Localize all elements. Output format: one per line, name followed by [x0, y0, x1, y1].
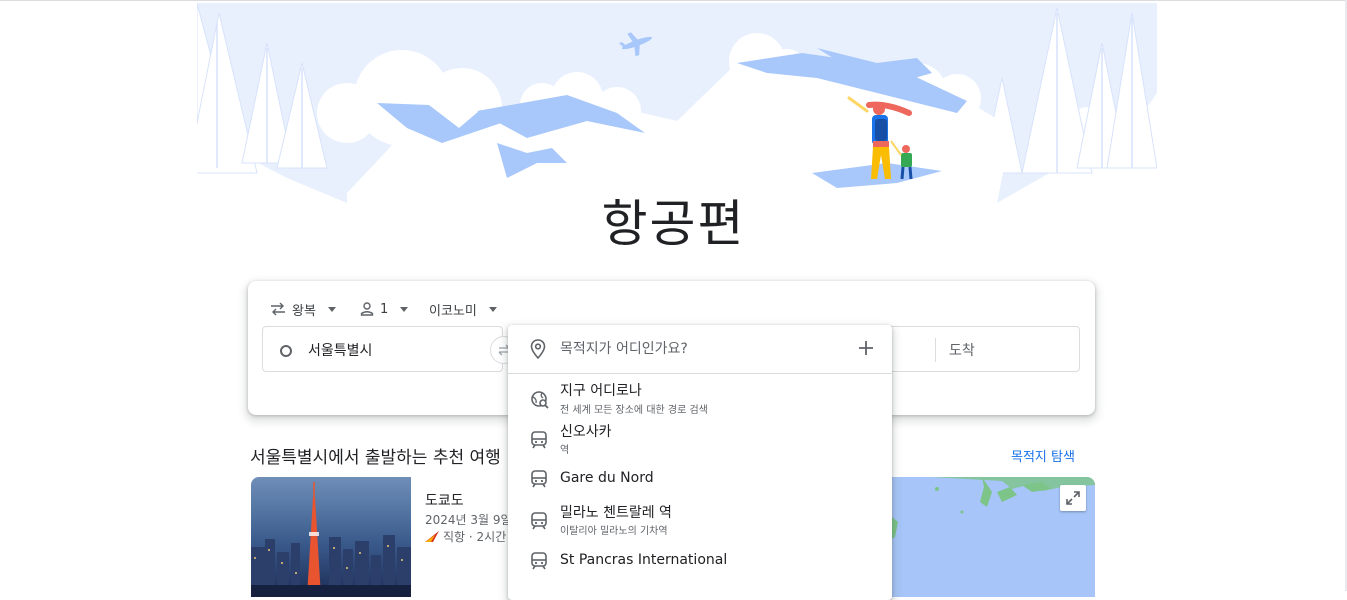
passenger-count: 1 — [380, 301, 389, 317]
suggestion-anywhere[interactable]: 지구 어디로나 전 세계 모든 장소에 대한 경로 검색 — [508, 377, 892, 417]
trip-type-label: 왕복 — [292, 303, 316, 319]
flight-info-text: 직항 · 2시간 — [443, 530, 507, 544]
suggestion-subtitle: 역 — [560, 445, 570, 456]
date-field[interactable]: 도착 — [888, 326, 1080, 372]
caret-down-icon — [488, 306, 497, 312]
expand-map-button[interactable] — [1060, 485, 1086, 511]
destination-suggestions-popup: 지구 어디로나 전 세계 모든 장소에 대한 경로 검색 신오사카 역 Gare… — [508, 325, 892, 600]
suggestion-gare-du-nord[interactable]: Gare du Nord — [508, 459, 892, 499]
destination-name: 도쿄도 — [425, 493, 464, 509]
origin-value: 서울특별시 — [308, 343, 373, 359]
trip-type-select[interactable]: 왕복 — [270, 295, 336, 323]
window-top-border — [0, 0, 1347, 1]
page-title: 항공편 — [601, 195, 746, 253]
origin-circle-icon — [280, 345, 292, 357]
tokyo-photo — [251, 477, 411, 597]
train-icon — [531, 470, 547, 488]
caret-down-icon — [327, 306, 336, 312]
cabin-class-select[interactable]: 이코노미 — [429, 295, 497, 323]
suggestion-shin-osaka[interactable]: 신오사카 역 — [508, 419, 892, 459]
caret-down-icon — [400, 306, 409, 312]
train-icon — [531, 431, 547, 449]
destination-dates: 2024년 3월 9일 — [425, 513, 512, 527]
airline-logo-icon — [425, 530, 439, 542]
cabin-class-label: 이코노미 — [429, 303, 477, 319]
train-icon — [531, 552, 547, 570]
add-destination-icon[interactable] — [856, 338, 876, 358]
globe-search-icon — [531, 391, 549, 409]
suggestion-title: Gare du Nord — [560, 470, 654, 486]
location-pin-icon — [530, 339, 546, 359]
suggestion-title: 지구 어디로나 — [560, 383, 642, 399]
suggestion-st-pancras[interactable]: St Pancras International — [508, 541, 892, 581]
hero-illustration — [197, 3, 1157, 203]
destination-input[interactable] — [560, 337, 840, 361]
suggestion-subtitle: 이탈리아 밀라노의 기차역 — [560, 526, 668, 537]
passenger-select[interactable]: 1 — [360, 295, 409, 323]
recommendations-heading: 서울특별시에서 출발하는 추천 여행 — [250, 448, 501, 468]
destination-flight-info: 직항 · 2시간 — [425, 528, 506, 545]
suggestion-subtitle: 전 세계 모든 장소에 대한 경로 검색 — [560, 405, 708, 416]
destination-input-row — [508, 325, 892, 374]
expand-icon — [1066, 491, 1080, 505]
destination-card[interactable]: 도쿄도 2024년 3월 9일 직항 · 2시간 — [251, 477, 551, 597]
suggestion-title: St Pancras International — [560, 552, 728, 568]
date-divider — [935, 338, 936, 362]
suggestion-milano-centrale[interactable]: 밀라노 첸트랄레 역 이탈리아 밀라노의 기차역 — [508, 500, 892, 540]
suggestion-title: 밀라노 첸트랄레 역 — [560, 505, 672, 521]
swap-arrows-icon — [271, 302, 285, 316]
origin-field[interactable]: 서울특별시 — [262, 326, 503, 372]
train-icon — [531, 512, 547, 530]
explore-destinations-link[interactable]: 목적지 탐색 — [1011, 446, 1075, 465]
map-preview[interactable] — [892, 477, 1095, 597]
suggestion-title: 신오사카 — [560, 424, 612, 440]
person-icon — [360, 302, 374, 316]
arrival-date-label[interactable]: 도착 — [949, 340, 975, 360]
